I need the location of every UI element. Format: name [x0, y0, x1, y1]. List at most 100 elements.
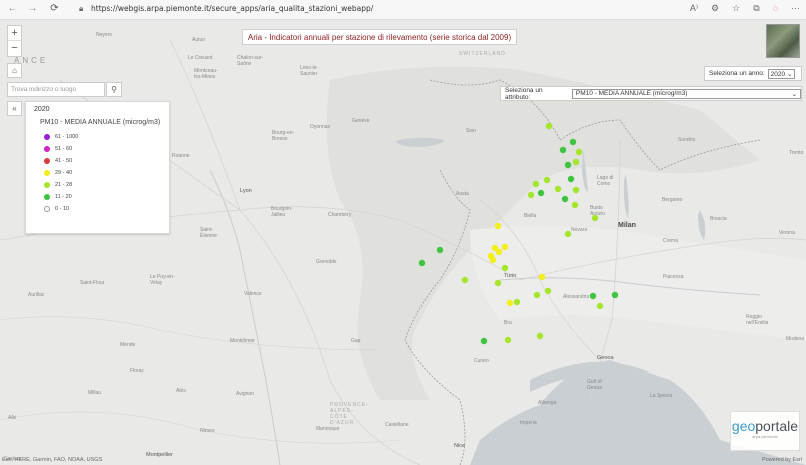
zoom-controls: + − [7, 25, 22, 57]
year-select: Seleziona un anno: 2020 ⌄ [704, 66, 802, 81]
collapse-legend-button[interactable]: « [7, 101, 22, 116]
station-marker[interactable] [589, 292, 597, 300]
year-select-label: Seleziona un anno: [709, 70, 765, 77]
legend-item: 21 - 28 [44, 179, 163, 191]
station-marker[interactable] [536, 332, 544, 340]
station-marker[interactable] [596, 302, 604, 310]
station-marker[interactable] [532, 180, 540, 188]
legend-swatch [44, 158, 50, 164]
legend-label: 11 - 20 [55, 194, 72, 200]
legend-swatch [44, 134, 50, 140]
logo-subtitle: arpa piemonte [752, 434, 778, 439]
powered-by[interactable]: Powered by Esri [762, 457, 802, 463]
station-marker[interactable] [543, 176, 551, 184]
attribute-select: Seleziona un attributo: PM10 - MEDIA ANN… [500, 86, 802, 101]
collections-icon[interactable]: ⧉ [753, 3, 759, 14]
station-marker[interactable] [611, 291, 619, 299]
browser-toolbar: ← → ⟳ 🔒︎ https://webgis.arpa.piemonte.it… [0, 0, 806, 20]
legend-label: 51 - 60 [55, 146, 73, 152]
station-marker[interactable] [564, 161, 572, 169]
station-marker[interactable] [495, 248, 503, 256]
map-attribution: Esri, HERE, Garmin, FAO, NOAA, USGS [2, 457, 103, 463]
station-marker[interactable] [567, 175, 575, 183]
station-marker[interactable] [461, 276, 469, 284]
zoom-out-button[interactable]: − [8, 41, 21, 56]
attribute-select-label: Seleziona un attributo: [505, 86, 543, 101]
station-marker[interactable] [418, 259, 426, 267]
legend-swatch [44, 170, 50, 176]
attribute-dropdown[interactable]: PM10 - MEDIA ANNUALE (microg/m3) ⌄ [571, 88, 801, 99]
station-marker[interactable] [506, 299, 514, 307]
logo-text-b: portale [755, 418, 799, 434]
station-marker[interactable] [527, 191, 535, 199]
read-aloud-icon[interactable]: A⁾ [690, 3, 698, 14]
legend-item: 29 - 40 [44, 167, 163, 179]
legend-swatch [44, 206, 50, 212]
double-chevron-left-icon: « [12, 104, 17, 113]
station-marker[interactable] [504, 336, 512, 344]
station-marker[interactable] [572, 186, 580, 194]
legend-item: 11 - 20 [44, 191, 163, 203]
station-marker[interactable] [544, 287, 552, 295]
profile-icon[interactable]: ◌ [773, 3, 778, 14]
legend-year: 2020 [34, 106, 50, 113]
legend-panel: 2020 PM10 - MEDIA ANNUALE (microg/m3) 61… [25, 101, 170, 234]
station-marker[interactable] [436, 246, 444, 254]
legend-item: 51 - 60 [44, 143, 163, 155]
legend-label: 61 - 1000 [55, 134, 79, 140]
legend-items: 61 - 1000 51 - 60 41 - 50 29 - 40 21 - 28 11 … [32, 131, 163, 215]
basemap-toggle[interactable] [766, 24, 800, 58]
legend-item: 0 - 10 [44, 203, 163, 215]
station-marker[interactable] [533, 291, 541, 299]
station-marker[interactable] [489, 256, 497, 264]
station-marker[interactable] [480, 337, 488, 345]
lock-icon: 🔒︎ [79, 4, 84, 13]
legend-swatch [44, 182, 50, 188]
search-input[interactable]: Trova indirizzo o luogo [7, 82, 105, 97]
legend-swatch [44, 194, 50, 200]
legend-label: 29 - 40 [55, 170, 73, 176]
station-marker[interactable] [537, 189, 545, 197]
station-marker[interactable] [494, 222, 502, 230]
legend-label: 0 - 10 [55, 206, 70, 212]
station-marker[interactable] [545, 122, 553, 130]
legend-label: 41 - 50 [55, 158, 73, 164]
station-marker[interactable] [571, 201, 579, 209]
reload-icon[interactable]: ⟳ [48, 3, 61, 14]
station-marker[interactable] [494, 279, 502, 287]
legend-item: 61 - 1000 [44, 131, 163, 143]
geoportale-logo: geoportale arpa piemonte [730, 411, 800, 451]
year-value: 2020 [770, 70, 786, 78]
address-bar[interactable]: https://webgis.arpa.piemonte.it/secure_a… [91, 4, 373, 13]
search-button[interactable]: ⚲ [106, 82, 122, 97]
back-icon[interactable]: ← [6, 3, 19, 14]
page-title: Aria - Indicatori annuali per stazione d… [242, 29, 517, 45]
favorite-icon[interactable]: ☆ [732, 3, 740, 14]
station-marker[interactable] [554, 185, 562, 193]
station-marker[interactable] [575, 148, 583, 156]
station-marker[interactable] [538, 273, 546, 281]
home-button[interactable]: ⌂ [7, 63, 22, 78]
station-marker[interactable] [569, 138, 577, 146]
year-dropdown[interactable]: 2020 ⌄ [767, 68, 796, 79]
station-marker[interactable] [561, 195, 569, 203]
legend-title: PM10 - MEDIA ANNUALE (microg/m3) [40, 119, 161, 126]
forward-icon[interactable]: → [26, 3, 39, 14]
station-marker[interactable] [501, 243, 509, 251]
legend-item: 41 - 50 [44, 155, 163, 167]
logo-text-a: geo [731, 418, 756, 434]
station-marker[interactable] [501, 264, 509, 272]
more-icon[interactable]: ··· [791, 3, 800, 14]
station-marker[interactable] [513, 298, 521, 306]
legend-label: 21 - 28 [55, 182, 73, 188]
search-icon: ⚲ [111, 85, 117, 94]
station-marker[interactable] [572, 158, 580, 166]
zoom-in-button[interactable]: + [8, 26, 21, 41]
home-icon: ⌂ [12, 66, 17, 75]
attribute-value: PM10 - MEDIA ANNUALE (microg/m3) [575, 89, 688, 97]
chevron-down-icon: ⌄ [786, 70, 793, 78]
settings-icon[interactable]: ⚙ [711, 3, 719, 14]
chevron-down-icon: ⌄ [791, 90, 797, 98]
station-marker[interactable] [559, 146, 567, 154]
legend-swatch [44, 146, 50, 152]
